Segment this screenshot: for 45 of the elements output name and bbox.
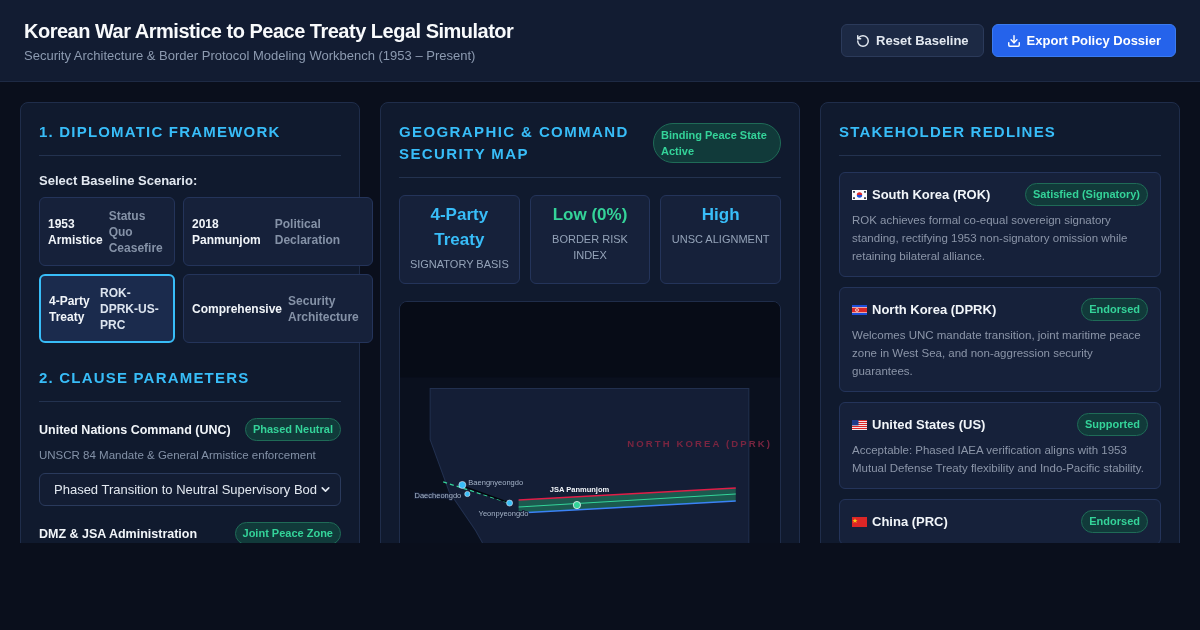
status-badge: Endorsed xyxy=(1081,510,1148,533)
status-badge: Satisfied (Signatory) xyxy=(1025,183,1148,206)
section-title: STAKEHOLDER REDLINES xyxy=(839,121,1161,156)
status-badge: Binding Peace State Active xyxy=(653,123,781,163)
scenario-option[interactable]: 2018 Panmunjom Political Declaration xyxy=(183,197,373,266)
section-title: 2. CLAUSE PARAMETERS xyxy=(39,367,341,402)
section-title: 1. DIPLOMATIC FRAMEWORK xyxy=(39,121,341,156)
reset-icon xyxy=(856,33,871,48)
stat-value: High xyxy=(701,204,740,226)
status-badge: Phased Neutral xyxy=(244,418,341,441)
reset-button[interactable]: Reset Baseline xyxy=(841,24,984,57)
island-marker xyxy=(464,491,471,497)
stakeholder-name: South Korea (ROK) xyxy=(872,185,991,204)
section-title: GEOGRAPHIC & COMMAND SECURITY MAP xyxy=(399,122,630,164)
status-badge: Joint Peace Zone xyxy=(234,522,341,543)
flag-icon xyxy=(852,189,867,200)
island-marker xyxy=(458,481,467,489)
stakeholder-name: North Korea (DPRK) xyxy=(872,300,997,319)
stakeholder-description: ROK achieves formal co-equal sovereign signatory standing, rectifying 1953 non-signatory omission while retaining bilateral alliance. xyxy=(852,213,1129,264)
app-subtitle: Security Architecture & Border Protocol Modeling Workbench (1953 – Present) xyxy=(24,46,477,64)
clause-title: DMZ & JSA Administration xyxy=(39,525,198,543)
stakeholder-description: Welcomes UNC mandate transition, joint maritime peace zone in West Sea, and non-aggression security guarantees. xyxy=(852,328,1142,379)
clause-title: United Nations Command (UNC) xyxy=(39,421,231,439)
app-title: Korean War Armistice to Peace Treaty Legal Simulator xyxy=(24,18,514,44)
stat-value: Low (0%) xyxy=(552,204,628,226)
island-marker xyxy=(506,499,513,507)
stat-label: BORDER RISK INDEX xyxy=(551,232,629,263)
region-label: NORTH KOREA (DPRK) xyxy=(627,437,772,449)
export-button[interactable]: Export Policy Dossier xyxy=(991,24,1176,57)
field-label: Select Baseline Scenario: xyxy=(39,172,199,190)
flag-icon xyxy=(852,304,867,315)
flag-icon xyxy=(852,516,867,527)
stat-value: 4-Party Treaty xyxy=(429,204,490,251)
stat-label: UNSC ALIGNMENT xyxy=(671,232,770,247)
download-icon xyxy=(1006,33,1021,48)
jsa-marker xyxy=(572,501,581,510)
stakeholder-description: Acceptable: Phased IAEA verification aligns with 1953 Mutual Defense Treaty flexibility and Indo-Pacific stability. xyxy=(852,443,1145,476)
status-badge: Endorsed xyxy=(1081,298,1148,321)
clause-description: UNSCR 84 Mandate & General Armistice enforcement xyxy=(39,448,317,463)
status-badge: Supported xyxy=(1077,413,1148,436)
stakeholder-name: China (PRC) xyxy=(872,512,948,531)
dropdown-select[interactable]: Phased Transition to Neutral Supervisory Bod xyxy=(39,473,341,506)
flag-icon xyxy=(852,419,867,430)
stat-label: SIGNATORY BASIS xyxy=(409,257,509,272)
stakeholder-name: United States (US) xyxy=(872,415,986,434)
